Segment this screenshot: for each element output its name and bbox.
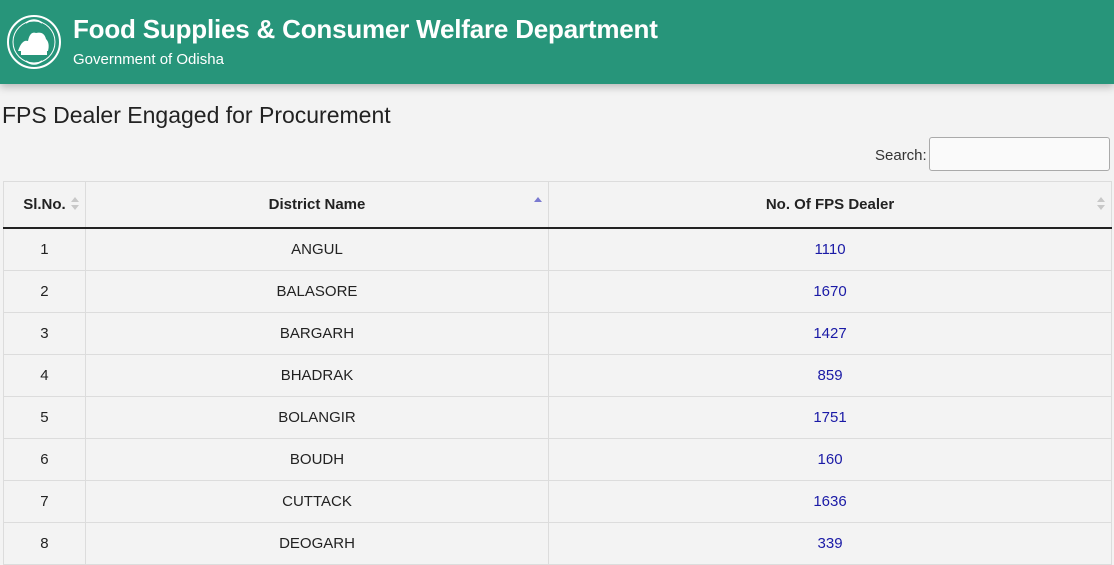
fps-dealer-count-link[interactable]: 859 <box>548 354 1112 397</box>
sl-no-cell: 3 <box>3 312 86 355</box>
district-name-cell: ANGUL <box>84 227 550 271</box>
table-row: 5 BOLANGIR 1751 <box>3 396 1112 439</box>
column-header-label: Sl.No. <box>23 196 66 213</box>
column-header-label: District Name <box>268 196 366 213</box>
fps-dealer-count-link[interactable]: 1751 <box>548 396 1112 439</box>
sl-no-cell: 7 <box>3 480 86 523</box>
column-header-sl-no[interactable]: Sl.No. <box>3 181 86 229</box>
table-row: 3 BARGARH 1427 <box>3 312 1112 355</box>
district-name-cell: BALASORE <box>84 270 550 313</box>
fps-dealer-count-link[interactable]: 1110 <box>548 227 1112 271</box>
fps-dealer-count-link[interactable]: 1427 <box>548 312 1112 355</box>
odisha-emblem-icon <box>7 15 61 69</box>
table-row: 6 BOUDH 160 <box>3 438 1112 481</box>
sl-no-cell: 4 <box>3 354 86 397</box>
sl-no-cell: 2 <box>3 270 86 313</box>
sort-icon <box>70 195 79 213</box>
table-row: 2 BALASORE 1670 <box>3 270 1112 313</box>
sl-no-cell: 5 <box>3 396 86 439</box>
sl-no-cell: 6 <box>3 438 86 481</box>
table-row: 7 CUTTACK 1636 <box>3 480 1112 523</box>
fps-dealer-count-link[interactable]: 339 <box>548 522 1112 565</box>
district-name-cell: BARGARH <box>84 312 550 355</box>
column-header-fps-dealer-count[interactable]: No. Of FPS Dealer <box>548 181 1112 229</box>
column-header-label: No. Of FPS Dealer <box>765 196 895 213</box>
sort-icon <box>1097 195 1105 213</box>
search-input[interactable] <box>929 137 1110 171</box>
district-name-cell: BOLANGIR <box>84 396 550 439</box>
column-header-district-name[interactable]: District Name <box>84 181 550 229</box>
district-name-cell: BHADRAK <box>84 354 550 397</box>
department-title: Food Supplies & Consumer Welfare Departm… <box>73 14 658 44</box>
page-title: FPS Dealer Engaged for Procurement <box>2 102 391 128</box>
table-row: 8 DEOGARH 339 <box>3 522 1112 565</box>
sort-ascending-icon <box>534 195 543 213</box>
table-header-row: Sl.No. District Name No. Of FPS Dealer <box>3 181 1112 229</box>
fps-dealer-table: Sl.No. District Name No. Of FPS Dealer 1… <box>3 181 1112 565</box>
sl-no-cell: 1 <box>3 227 86 271</box>
district-name-cell: CUTTACK <box>84 480 550 523</box>
fps-dealer-count-link[interactable]: 1636 <box>548 480 1112 523</box>
search-label: Search: <box>875 147 927 164</box>
fps-dealer-count-link[interactable]: 160 <box>548 438 1112 481</box>
table-row: 1 ANGUL 1110 <box>3 227 1112 271</box>
government-subtitle: Government of Odisha <box>73 51 224 68</box>
site-header: Food Supplies & Consumer Welfare Departm… <box>0 0 1114 84</box>
fps-dealer-count-link[interactable]: 1670 <box>548 270 1112 313</box>
district-name-cell: BOUDH <box>84 438 550 481</box>
sl-no-cell: 8 <box>3 522 86 565</box>
table-row: 4 BHADRAK 859 <box>3 354 1112 397</box>
district-name-cell: DEOGARH <box>84 522 550 565</box>
